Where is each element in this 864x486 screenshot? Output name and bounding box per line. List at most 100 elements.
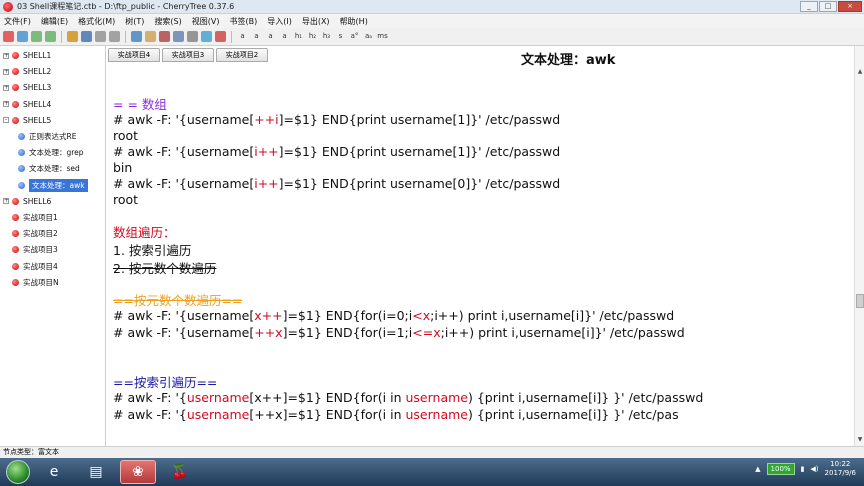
text-run: ]=$1} END{for(i=0;i [282,308,413,323]
italic-icon[interactable]: a [251,31,262,42]
tree-item-label: 文本处理：grep [29,148,84,158]
close-button[interactable]: × [838,1,862,12]
tree-item-label: 实战项目N [23,277,59,287]
start-button[interactable] [6,460,30,484]
tree-item[interactable]: 文本处理：sed [18,161,80,176]
tree-item[interactable]: 实战项目1 [3,210,58,225]
arrow-left-icon[interactable] [31,31,42,42]
arrow-right-icon[interactable] [45,31,56,42]
bold-icon[interactable]: a [237,31,248,42]
code-icon[interactable] [187,31,198,42]
tree-item[interactable]: - SHELL5 [3,113,51,128]
cherrytree-app-icon[interactable]: ❀ [120,460,156,484]
add-node-icon[interactable] [67,31,78,42]
menu-search[interactable]: 搜索(S) [154,16,181,27]
tab-project4[interactable]: 实战项目4 [108,48,160,62]
tree-item[interactable]: 实战项目N [3,275,59,290]
text-run: bin [113,160,133,175]
tree-item[interactable]: + SHELL4 [3,97,51,112]
menu-tree[interactable]: 树(T) [125,16,144,27]
text-run: # awk -F: '{username[ [113,308,255,323]
ie-icon[interactable]: e [36,460,72,484]
menu-bookmarks[interactable]: 书签(B) [229,16,257,27]
editor-pane[interactable]: 实战项目4 实战项目3 实战项目2 文本处理：awk = = 数组 # awk -… [107,46,854,446]
underline-icon[interactable]: a [265,31,276,42]
tree-item[interactable]: + SHELL6 [3,194,51,209]
h3-icon[interactable]: h₃ [321,31,332,42]
h2-icon[interactable]: h₂ [307,31,318,42]
bookmark-icon[interactable] [17,31,28,42]
leaf-node-icon [18,165,25,173]
expander-icon[interactable]: - [3,117,9,124]
tree-item[interactable]: 文本处理：grep [18,145,84,160]
menu-edit[interactable]: 编辑(E) [41,16,68,27]
tree-item[interactable]: + SHELL2 [3,64,51,79]
folder-icon[interactable]: ▤ [78,460,114,484]
text-run: ++i [254,112,279,127]
menu-export[interactable]: 导出(X) [302,16,330,27]
small-icon[interactable]: s [335,31,346,42]
link-icon[interactable] [201,31,212,42]
battery-indicator[interactable]: 100% [766,463,795,475]
text-line: root [113,192,138,207]
subscript-icon[interactable]: aₐ [363,31,374,42]
paste-icon[interactable] [145,31,156,42]
tree-item[interactable]: 实战项目4 [3,259,58,274]
maximize-button[interactable]: □ [819,1,837,12]
scroll-down-icon[interactable]: ▼ [856,436,864,444]
cut-icon[interactable] [159,31,170,42]
undo-icon[interactable] [95,31,106,42]
menu-help[interactable]: 帮助(H) [340,16,368,27]
list-icon[interactable] [131,31,142,42]
tree-item[interactable]: 实战项目2 [3,226,58,241]
text-run: = = 数组 [113,97,167,112]
menu-import[interactable]: 导入(I) [267,16,292,27]
tree-item[interactable]: 实战项目3 [3,242,58,257]
tree-item-label: 文本处理：sed [29,164,80,174]
superscript-icon[interactable]: a° [349,31,360,42]
tree-item-label: SHELL2 [23,67,52,77]
strike-icon[interactable]: a [279,31,290,42]
node-icon [12,100,19,108]
volume-icon[interactable]: ◀) [810,465,818,473]
text-run: ==按元数个数遍历== [113,293,243,308]
expander-icon[interactable]: + [3,101,9,108]
menu-format[interactable]: 格式化(M) [78,16,115,27]
cherrytree-app-icon [3,1,13,12]
h1-icon[interactable]: h₁ [293,31,304,42]
tree-item[interactable]: + SHELL3 [3,80,51,95]
minimize-button[interactable]: _ [800,1,818,12]
expander-icon[interactable]: + [3,52,9,59]
menu-file[interactable]: 文件(F) [4,16,31,27]
tree-item[interactable]: 正则表达式RE [18,129,76,144]
network-icon[interactable]: ▮ [801,465,805,473]
expander-icon[interactable]: + [3,84,9,91]
tab-project2[interactable]: 实战项目2 [216,48,268,62]
tab-project3[interactable]: 实战项目3 [162,48,214,62]
text-run: # awk -F: '{ [113,407,187,422]
pin-icon[interactable] [3,31,14,42]
table-icon[interactable] [173,31,184,42]
redo-icon[interactable] [109,31,120,42]
text-run: ;i++) print i,username[i]}' /etc/passwd [440,325,685,340]
text-line: 数组遍历： [113,222,176,241]
mono-icon[interactable]: ms [377,31,388,42]
tree-item[interactable]: 文本处理：awk [18,178,88,193]
expander-icon[interactable]: + [3,68,9,75]
vertical-scrollbar[interactable]: ▲ ▼ [854,46,864,446]
save-icon[interactable] [81,31,92,42]
cherry-icon[interactable]: 🍒 [162,460,198,484]
scroll-up-icon[interactable]: ▲ [856,68,864,76]
text-run: username [186,407,250,422]
menu-view[interactable]: 视图(V) [192,16,220,27]
tree-item[interactable]: + SHELL1 [3,48,51,63]
text-run: username [405,407,468,422]
text-run: # awk -F: '{username[ [113,144,255,159]
anchor-icon[interactable] [215,31,226,42]
tray-arrow-icon[interactable]: ▲ [755,465,760,473]
clock[interactable]: 10:22 2017/9/6 [825,460,856,478]
node-tree[interactable]: + SHELL1 + SHELL2 + SHELL3 + SHELL4 - SHELL5 正则表达式… [0,46,106,446]
expander-icon[interactable]: + [3,198,9,205]
scroll-thumb[interactable] [856,294,864,308]
toolbar: a a a a h₁ h₂ h₃ s a° aₐ ms [0,28,864,46]
